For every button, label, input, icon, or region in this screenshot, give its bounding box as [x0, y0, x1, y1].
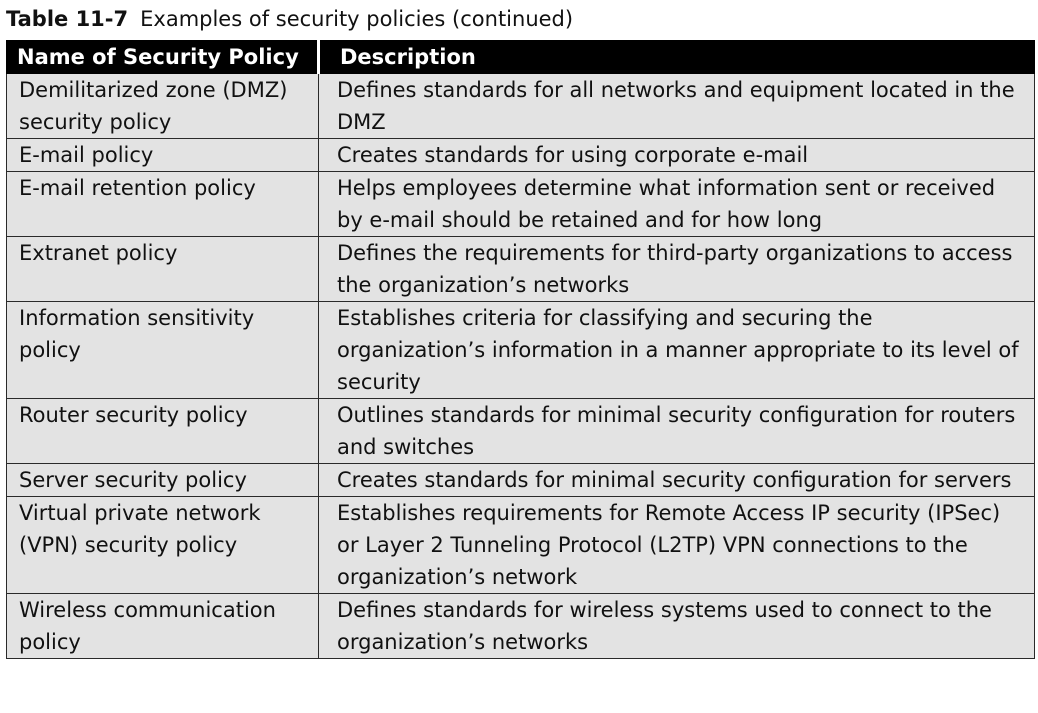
policy-description-cell: Defines standards for all networks and e… [318, 73, 1035, 139]
policy-description-cell: Outlines standards for minimal security … [318, 398, 1035, 464]
table-row: Extranet policy Defines the requirements… [6, 236, 1035, 302]
policy-name-cell: Information sensitivity policy [6, 301, 319, 399]
table-header-row: Name of Security Policy Description [6, 40, 1035, 74]
policy-description-cell: Creates standards for using corporate e-… [318, 138, 1035, 172]
table-row: E-mail retention policy Helps employees … [6, 171, 1035, 237]
policy-name-cell: Demilitarized zone (DMZ) security policy [6, 73, 319, 139]
table-number: Table 11-7 [6, 7, 129, 31]
policy-name-cell: Virtual private network (VPN) security p… [6, 496, 319, 594]
table-row: Router security policy Outlines standard… [6, 398, 1035, 464]
policy-description-cell: Establishes requirements for Remote Acce… [318, 496, 1035, 594]
column-header-name: Name of Security Policy [6, 40, 319, 74]
table-title: Examples of security policies (continued… [140, 7, 574, 31]
policy-description-cell: Creates standards for minimal security c… [318, 463, 1035, 497]
policy-name-cell: Wireless communication policy [6, 593, 319, 659]
policy-name-cell: Router security policy [6, 398, 319, 464]
policy-name-cell: Server security policy [6, 463, 319, 497]
policy-description-cell: Helps employees determine what informati… [318, 171, 1035, 237]
policy-name-cell: E-mail policy [6, 138, 319, 172]
table-caption: Table 11-7 Examples of security policies … [6, 2, 573, 36]
policy-description-cell: Defines standards for wireless systems u… [318, 593, 1035, 659]
table-row: Information sensitivity policy Establish… [6, 301, 1035, 399]
policy-name-cell: E-mail retention policy [6, 171, 319, 237]
table-row: Wireless communication policy Defines st… [6, 593, 1035, 659]
table-row: E-mail policy Creates standards for usin… [6, 138, 1035, 172]
table-row: Virtual private network (VPN) security p… [6, 496, 1035, 594]
column-header-description: Description [317, 40, 1035, 74]
policy-description-cell: Defines the requirements for third-party… [318, 236, 1035, 302]
security-policies-table: Name of Security Policy Description Demi… [6, 40, 1035, 659]
table-row: Server security policy Creates standards… [6, 463, 1035, 497]
policy-name-cell: Extranet policy [6, 236, 319, 302]
policy-description-cell: Establishes criteria for classifying and… [318, 301, 1035, 399]
table-row: Demilitarized zone (DMZ) security policy… [6, 73, 1035, 139]
